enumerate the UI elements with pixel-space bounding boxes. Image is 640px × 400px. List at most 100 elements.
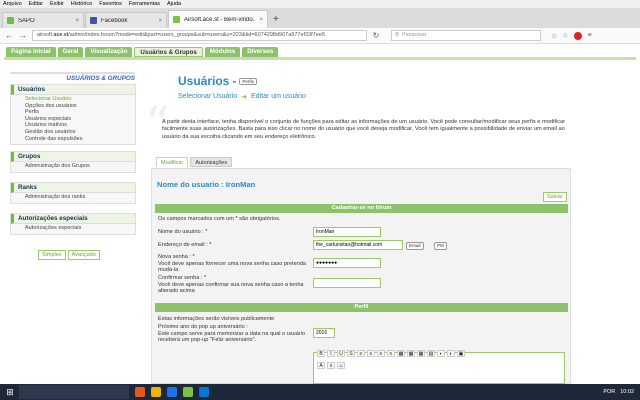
search-input[interactable]: Pesquisar [391,30,541,41]
taskbar-apps [135,387,209,397]
sidebar-section-usuarios: Usuários Selecionar Usuário Opções dos u… [10,84,136,146]
strikethrough-icon[interactable]: S [347,350,355,357]
sidebar-item-controle-expulsoes[interactable]: Controle das expulsões [25,136,135,143]
align-justify-icon[interactable]: ≡ [387,350,395,357]
section-bar-profile: Perfil [155,303,568,312]
browser-tab-sapo[interactable]: SAPO × [2,12,84,28]
clock-time: 10:02 [620,388,634,395]
image-icon[interactable]: ▦ [397,350,405,357]
browser-tab-bar: SAPO × Facebook × Airsoft.ace.st - Bem-vin… [0,8,640,28]
color-icon[interactable]: ◐ [437,350,445,357]
sidebar-item-admin-grupos[interactable]: Administração dos Grupos [25,163,135,170]
hamburger-menu-icon[interactable]: ≡ [588,32,592,40]
taskbar-search[interactable] [19,385,129,399]
breadcrumb-step-select[interactable]: Selecionar Usuário [178,93,237,101]
birthday-year-field[interactable]: 2016 [313,328,335,338]
folder-app-icon[interactable] [151,387,161,397]
forward-icon[interactable]: → [18,31,28,40]
advanced-mode-button[interactable]: Avançado [67,250,100,260]
section-bar-register: Cadastrar-se no fórum [155,204,568,213]
sidebar-item-opcoes-usuarios[interactable]: Opções dos usuários [25,103,135,110]
sidebar-section-title: Autorizações especiais [11,214,135,224]
highlight-icon[interactable]: ◐ [447,350,455,357]
tab-pagina-inicial[interactable]: Página inicial [6,47,56,57]
email-field[interactable]: the_cartunistao@hotmail.com [313,240,403,250]
sidebar-item-autorizacoes-especiais[interactable]: Autorizações especiais [25,225,135,232]
firefox-app-icon[interactable] [135,387,145,397]
sidebar-section-autorizacoes: Autorizações especiais Autorizações espe… [10,213,136,235]
smiley-icon[interactable]: ☺ [337,362,345,369]
tab-title: Facebook [101,17,128,24]
email-label: Endereço de email : * [158,242,212,248]
menu-favoritos[interactable]: Favoritos [99,0,122,8]
close-icon[interactable]: × [259,17,263,23]
tab-geral[interactable]: Geral [57,47,84,57]
font-color-icon[interactable]: A [317,362,325,369]
profiles-button[interactable]: Perfis [239,77,257,85]
align-left-icon[interactable]: ≡ [357,350,365,357]
sidebar-item-perfis[interactable]: Perfis [25,109,135,116]
table-icon[interactable]: ▤ [427,350,435,357]
tab-modificar[interactable]: Modificar [156,157,189,167]
tab-title: Airsoft.ace.st - Bem-vindo... [184,16,256,23]
home-icon[interactable]: ⌂ [563,32,567,40]
align-center-icon[interactable]: ≡ [367,350,375,357]
italic-icon[interactable]: I [327,350,335,357]
send-pm-button[interactable]: PM [434,242,447,250]
adblock-icon[interactable] [573,31,582,40]
username-field[interactable]: IronMan [313,227,381,237]
save-button[interactable]: Salvar [543,192,567,202]
editor-toolbar-row2: A x ☺ [317,362,345,369]
back-icon[interactable]: ← [4,31,14,40]
sidebar-item-admin-ranks[interactable]: Administração dos ranks [25,194,135,201]
close-icon[interactable]: × [75,18,79,24]
sidebar-item-gestao-usuarios[interactable]: Gestão dos usuários [25,129,135,136]
user-name-title: Nome do usuario : IronMan [157,180,256,189]
language-indicator[interactable]: POR [603,389,615,395]
tab-diversos[interactable]: Diversos [242,47,279,57]
menu-ajuda[interactable]: Ajuda [167,0,181,8]
page-title-text: Usuários [178,74,230,88]
password-field[interactable]: ●●●●●●● [313,258,381,268]
confirm-password-field[interactable] [313,278,381,288]
reload-icon[interactable]: ↻ [371,31,381,40]
clock[interactable]: 10:02 [620,389,634,396]
menu-historico[interactable]: Histórico [71,0,92,8]
menu-ferramentas[interactable]: Ferramentas [129,0,160,8]
align-right-icon[interactable]: ≡ [377,350,385,357]
image-host-icon[interactable]: ▦ [407,350,415,357]
app-icon[interactable] [183,387,193,397]
browser-tab-facebook[interactable]: Facebook × [85,12,167,28]
new-tab-button[interactable]: + [273,14,279,25]
tab-usuarios-grupos[interactable]: Usuários & Grupos [134,47,203,57]
tab-visualizacao[interactable]: Visualização [85,47,133,57]
send-email-button[interactable]: Email [406,242,424,250]
tab-modulos[interactable]: Módulos [204,47,241,57]
menu-editar[interactable]: Editar [29,0,43,8]
username-label: Nome do usuário : * [158,229,208,235]
breadcrumb-step-edit: Editar um usuário [251,93,306,100]
browser-tab-airsoft[interactable]: Airsoft.ace.st - Bem-vindo... × [168,10,268,28]
sidebar-item-selecionar-usuario[interactable]: Selecionar Usuário [25,96,135,103]
bookmark-star-icon[interactable]: ☆ [551,32,557,40]
confirm-password-label: Confirmar senha : * [158,275,207,281]
video-icon[interactable]: ▦ [417,350,425,357]
tab-autorizacoes[interactable]: Autorizações [190,157,233,167]
close-icon[interactable]: × [158,18,162,24]
menu-exibir[interactable]: Exibir [50,0,64,8]
sidebar-item-usuarios-especiais[interactable]: Usuários especiais [25,116,135,123]
password-help: Você deve apenas fornecer uma nova senha… [158,260,307,274]
underline-icon[interactable]: U [337,350,345,357]
clear-format-icon[interactable]: x [327,362,335,369]
bold-icon[interactable]: B [317,350,325,357]
edge-app-icon[interactable] [167,387,177,397]
title-separator: - [232,74,237,88]
source-icon[interactable]: ▣ [457,350,465,357]
simple-mode-button[interactable]: Simples [38,250,66,260]
menu-arquivo[interactable]: Arquivo [3,0,22,8]
store-app-icon[interactable] [199,387,209,397]
windows-start-icon[interactable]: ⊞ [3,385,17,399]
sidebar-section-ranks: Ranks Administração dos ranks [10,182,136,204]
sidebar-item-usuarios-inativos[interactable]: Usuários inativos [25,122,135,129]
url-bar[interactable]: airsoft.ace.st/admin/index.forum?mode=ed… [32,30,367,41]
